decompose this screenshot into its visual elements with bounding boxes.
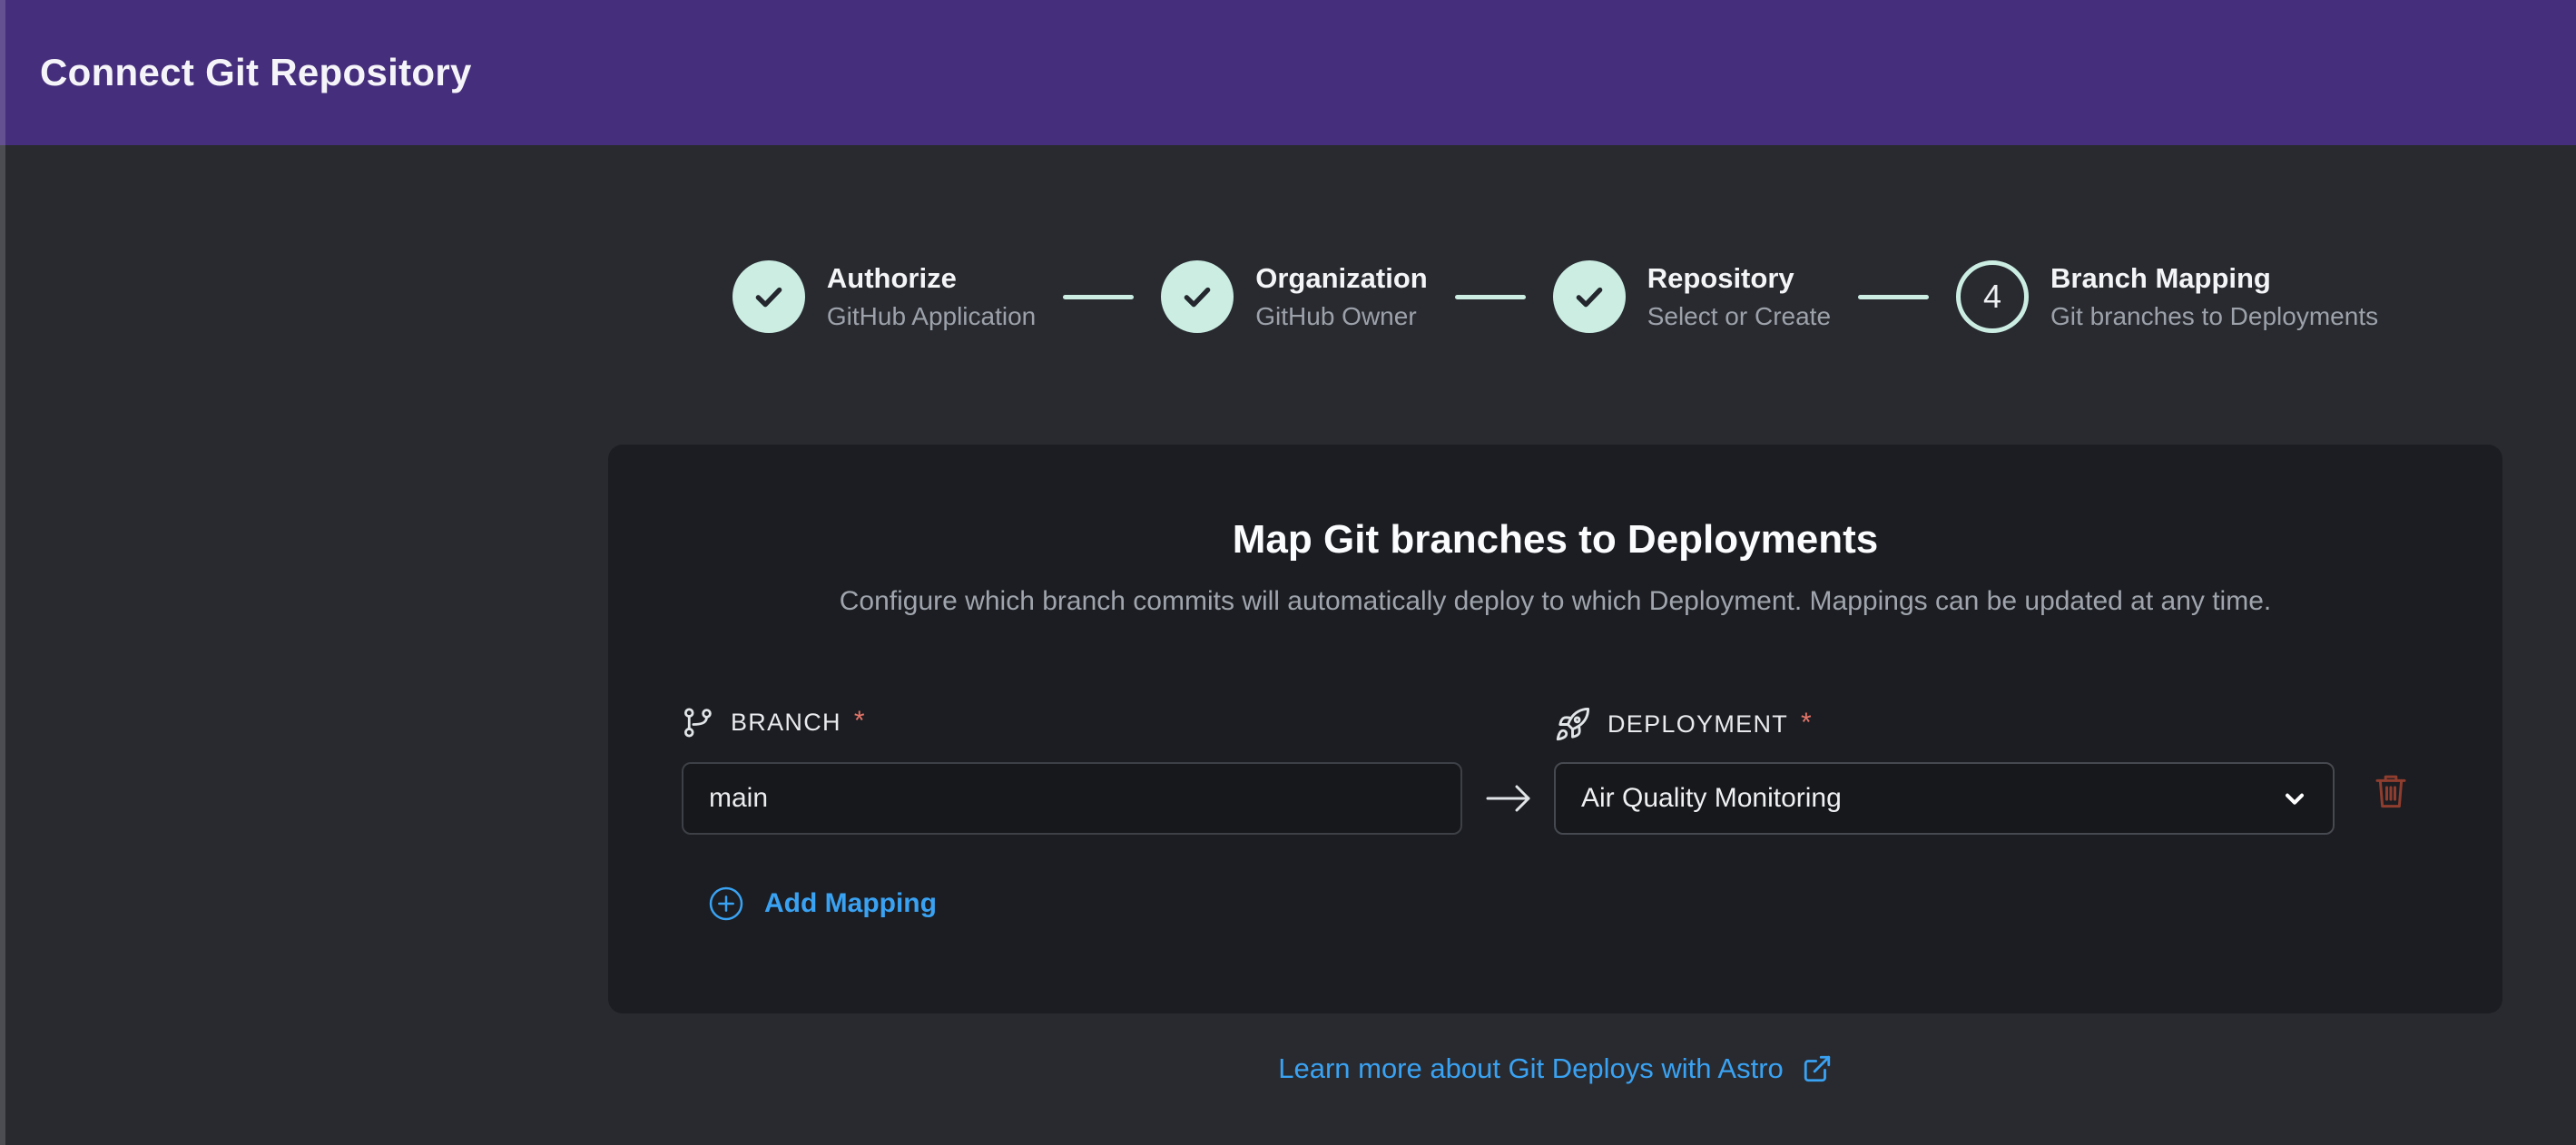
step-organization[interactable]: Organization GitHub Owner <box>1161 260 1427 333</box>
branch-input[interactable] <box>682 762 1462 835</box>
step-subtitle: GitHub Owner <box>1255 301 1427 332</box>
step-authorize-text: Authorize GitHub Application <box>827 262 1036 331</box>
check-icon <box>1571 279 1608 315</box>
check-icon <box>751 279 787 315</box>
plus-circle-icon <box>708 886 744 922</box>
step-subtitle: Select or Create <box>1647 301 1831 332</box>
learn-more-label: Learn more about Git Deploys with Astro <box>1278 1052 1784 1085</box>
branch-label-text: BRANCH <box>731 709 841 737</box>
step-authorize[interactable]: Authorize GitHub Application <box>732 260 1036 333</box>
step-organization-text: Organization GitHub Owner <box>1255 262 1427 331</box>
step-connector <box>1063 295 1134 299</box>
step-organization-circle <box>1161 260 1234 333</box>
delete-mapping-button[interactable] <box>2367 769 2414 827</box>
step-title: Organization <box>1255 262 1427 295</box>
wizard-stepper: Authorize GitHub Application Organizatio… <box>608 260 2502 333</box>
footer-link-row: Learn more about Git Deploys with Astro <box>608 1052 2502 1085</box>
step-branch-mapping-text: Branch Mapping Git branches to Deploymen… <box>2050 262 2378 331</box>
card-title: Map Git branches to Deployments <box>608 517 2502 563</box>
required-marker: * <box>854 706 866 737</box>
step-subtitle: GitHub Application <box>827 301 1036 332</box>
trash-icon <box>2373 771 2409 811</box>
required-marker: * <box>1801 708 1813 739</box>
deployment-select[interactable]: Air Quality Monitoring <box>1554 762 2335 835</box>
branch-mapping-card: Map Git branches to Deployments Configur… <box>608 445 2502 1013</box>
check-icon <box>1179 279 1215 315</box>
add-mapping-label: Add Mapping <box>764 888 937 919</box>
step-title: Repository <box>1647 262 1831 295</box>
arrow-right-icon <box>1484 783 1533 814</box>
step-title: Authorize <box>827 262 1036 295</box>
mapping-arrow <box>1462 762 1554 835</box>
step-subtitle: Git branches to Deployments <box>2050 301 2378 332</box>
step-repository-text: Repository Select or Create <box>1647 262 1831 331</box>
rocket-icon <box>1554 706 1591 743</box>
branch-field-label: BRANCH * <box>681 706 866 739</box>
dialog-header: Connect Git Repository <box>0 0 2576 145</box>
step-title: Branch Mapping <box>2050 262 2378 295</box>
git-branch-icon <box>681 706 714 739</box>
dialog-title: Connect Git Repository <box>40 51 472 94</box>
card-description: Configure which branch commits will auto… <box>608 586 2502 617</box>
chevron-down-icon <box>2280 784 2309 813</box>
step-branch-mapping-circle: 4 <box>1956 260 2029 333</box>
step-connector <box>1858 295 1929 299</box>
learn-more-link[interactable]: Learn more about Git Deploys with Astro <box>1278 1052 1833 1085</box>
step-authorize-circle <box>732 260 805 333</box>
add-mapping-button[interactable]: Add Mapping <box>708 886 937 922</box>
step-repository[interactable]: Repository Select or Create <box>1553 260 1831 333</box>
step-branch-mapping[interactable]: 4 Branch Mapping Git branches to Deploym… <box>1956 260 2378 333</box>
window-edge-strip <box>0 0 5 1145</box>
step-number: 4 <box>1983 278 2001 316</box>
step-connector <box>1455 295 1526 299</box>
external-link-icon <box>1802 1053 1833 1084</box>
step-repository-circle <box>1553 260 1626 333</box>
deployment-field-label: DEPLOYMENT * <box>1554 706 1813 743</box>
deployment-label-text: DEPLOYMENT <box>1608 710 1788 739</box>
deployment-select-value: Air Quality Monitoring <box>1581 783 1842 814</box>
